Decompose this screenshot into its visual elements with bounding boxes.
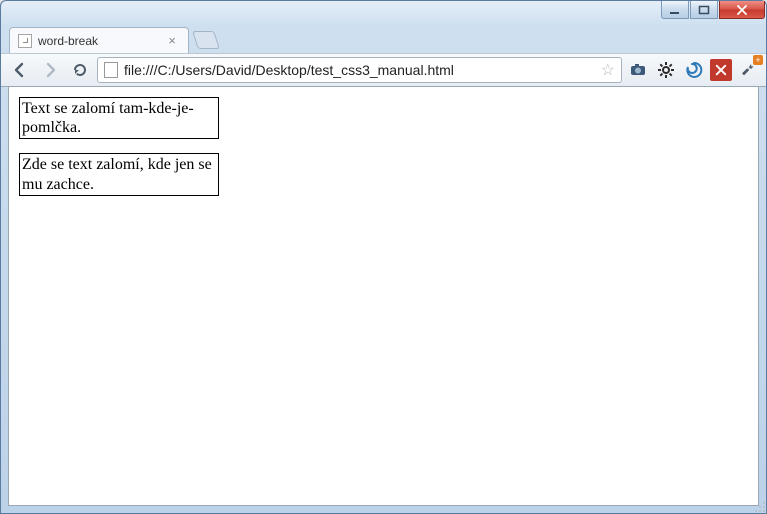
extension-red-button[interactable] xyxy=(710,59,732,81)
new-tab-button[interactable] xyxy=(192,31,220,49)
tab-close-button[interactable]: × xyxy=(166,33,178,48)
x-icon xyxy=(715,64,727,76)
arrow-left-icon xyxy=(12,62,28,78)
page-viewport[interactable]: Text se zalomí tam-kde-je-pomlčka. Zde s… xyxy=(8,87,759,506)
bookmark-star-icon[interactable]: ☆ xyxy=(601,60,615,80)
forward-button[interactable] xyxy=(37,57,63,83)
browser-window: word-break × file:///C:/Users/David/Desk… xyxy=(0,0,767,514)
extension-gear-icon[interactable] xyxy=(654,58,678,82)
window-close-button[interactable] xyxy=(719,1,765,19)
gear-icon xyxy=(657,61,675,79)
close-icon xyxy=(736,5,748,15)
demo-box-break-all: Zde se text zalomí, kde jen se mu zachce… xyxy=(19,153,219,195)
back-button[interactable] xyxy=(7,57,33,83)
extension-camera-icon[interactable] xyxy=(626,58,650,82)
reload-button[interactable] xyxy=(67,57,93,83)
demo-box-hyphen: Text se zalomí tam-kde-je-pomlčka. xyxy=(19,97,219,139)
file-icon xyxy=(18,34,32,48)
address-bar[interactable]: file:///C:/Users/David/Desktop/test_css3… xyxy=(97,57,622,83)
tab-strip: word-break × xyxy=(1,25,766,53)
spiral-icon xyxy=(685,61,703,79)
url-text: file:///C:/Users/David/Desktop/test_css3… xyxy=(124,62,454,78)
arrow-right-icon xyxy=(42,62,58,78)
maximize-icon xyxy=(698,5,710,15)
camera-icon xyxy=(629,61,647,79)
wrench-menu-button[interactable] xyxy=(736,58,760,82)
window-minimize-button[interactable] xyxy=(661,1,689,19)
wrench-icon xyxy=(739,61,757,79)
extension-spiral-icon[interactable] xyxy=(682,58,706,82)
window-titlebar[interactable] xyxy=(1,1,766,25)
page-icon xyxy=(104,62,118,78)
tab-title: word-break xyxy=(38,34,98,48)
browser-tab[interactable]: word-break × xyxy=(9,27,189,53)
toolbar: file:///C:/Users/David/Desktop/test_css3… xyxy=(1,53,766,87)
minimize-icon xyxy=(669,5,681,15)
window-resize-grip[interactable] xyxy=(751,498,765,512)
reload-icon xyxy=(72,62,88,78)
window-maximize-button[interactable] xyxy=(690,1,718,19)
